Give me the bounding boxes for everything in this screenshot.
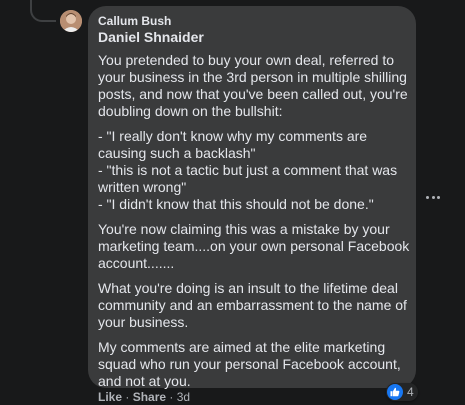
comment-text-line: You're now claiming this was a mistake b… — [98, 221, 390, 237]
like-link[interactable]: Like — [98, 390, 122, 404]
comment-author-name[interactable]: Callum Bush — [98, 14, 171, 28]
thumbs-up-icon — [387, 384, 403, 400]
comment-actions: Like · Share · 3d — [98, 390, 190, 404]
comment-paragraph: You pretended to buy your own deal, refe… — [98, 52, 410, 120]
comment-text-line: - "I really don't know why my comments a… — [98, 128, 368, 144]
dot — [426, 195, 429, 199]
comment-text-line: You pretended to buy your own deal, refe… — [98, 52, 395, 68]
reaction-summary[interactable]: 4 — [386, 383, 418, 401]
avatar-image — [60, 10, 82, 32]
comment-text-line: causing such a backlash" — [98, 145, 256, 161]
dot — [437, 195, 440, 199]
comment-text-line: What you're doing is an insult to the li… — [98, 280, 398, 296]
comment-paragraph: What you're doing is an insult to the li… — [98, 280, 410, 331]
comment-text-line: and not at you. — [98, 373, 191, 389]
comment-text-line: - "this is not a tactic but just a comme… — [98, 162, 398, 178]
comment-bubble: Callum Bush Daniel Shnaider You pretende… — [88, 6, 416, 389]
comment-text-line: account....... — [98, 255, 175, 271]
comment-thread: Callum Bush Daniel Shnaider You pretende… — [0, 0, 465, 405]
separator: · — [122, 390, 133, 404]
mentioned-user-link[interactable]: Daniel Shnaider — [98, 29, 204, 45]
reaction-count: 4 — [407, 385, 414, 399]
comment-text-line: posts, and now that you've been called o… — [98, 86, 408, 102]
more-options-icon[interactable] — [426, 190, 440, 204]
thread-connector-line — [30, 0, 56, 22]
comment-text-line: your business. — [98, 314, 189, 330]
comment-timestamp[interactable]: 3d — [177, 390, 190, 404]
thumbs-up-glyph — [390, 387, 400, 397]
comment-text-line: doubling down on the bullshit: — [98, 103, 283, 119]
separator: · — [166, 390, 177, 404]
comment-text-line: - "I didn't know that this should not be… — [98, 196, 374, 212]
comment-text-line: community and an embarrassment to the na… — [98, 297, 407, 313]
dot — [431, 195, 435, 199]
comment-text-line: your business in the 3rd person in multi… — [98, 69, 407, 85]
comment-text-line: marketing team....on your own personal F… — [98, 238, 410, 254]
share-link[interactable]: Share — [133, 390, 166, 404]
comment-paragraph: You're now claiming this was a mistake b… — [98, 221, 410, 272]
comment-paragraph: My comments are aimed at the elite marke… — [98, 339, 410, 390]
comment-text-line: My comments are aimed at the elite marke… — [98, 339, 386, 355]
comment-paragraph: - "I really don't know why my comments a… — [98, 128, 410, 213]
comment-text-line: squad who run your personal Facebook acc… — [98, 356, 401, 372]
comment-body: You pretended to buy your own deal, refe… — [98, 52, 410, 398]
user-avatar[interactable] — [60, 10, 82, 32]
comment-text-line: written wrong" — [98, 179, 187, 195]
